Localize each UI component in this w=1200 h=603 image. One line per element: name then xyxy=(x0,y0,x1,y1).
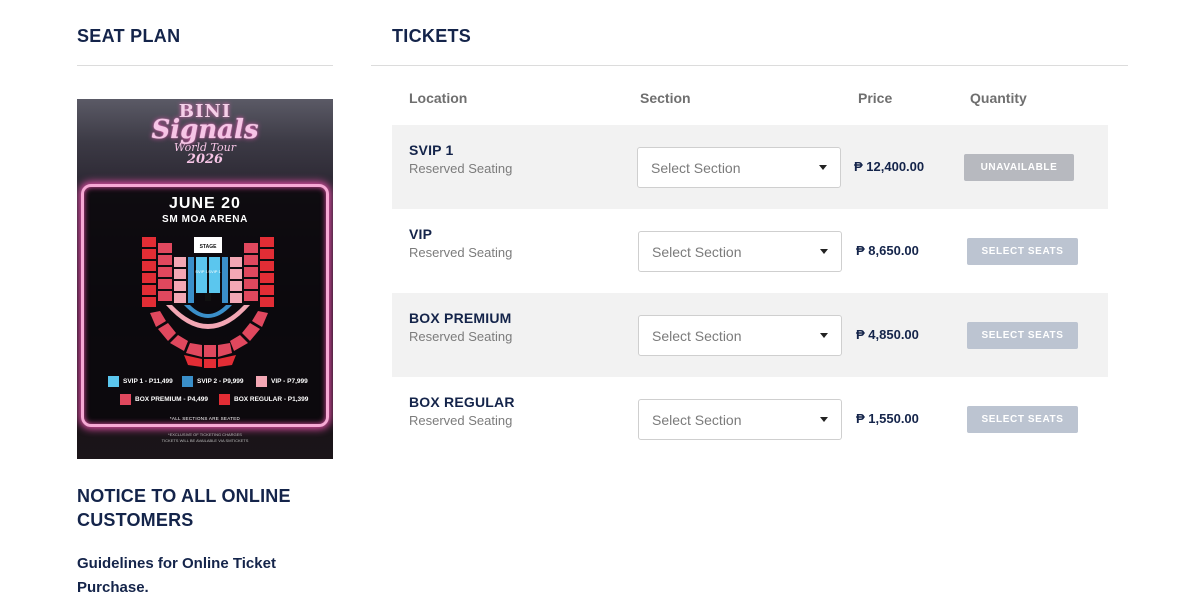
svip1-label-left: SVIP 1 xyxy=(195,269,208,274)
svip2-lower-ring xyxy=(184,305,232,318)
poster-date: JUNE 20 xyxy=(169,195,241,212)
column-header-price: Price xyxy=(858,90,893,106)
svip2-swatch xyxy=(182,376,193,387)
legend-item-svip1: SVIP 1 - P11,499 xyxy=(108,376,173,387)
poster-footer: *EXCLUSIVE OF TICKETING CHARGES TICKETS … xyxy=(77,432,333,444)
legend-item-box-premium: BOX PREMIUM - P4,499 xyxy=(120,394,208,405)
seat-plan-poster: BINI Signals World Tour 2026 JUNE 20 SM … xyxy=(77,99,333,459)
column-header-quantity: Quantity xyxy=(970,90,1027,106)
legend-label-box-premium: BOX PREMIUM - P4,499 xyxy=(135,396,208,403)
location-name: SVIP 1 xyxy=(409,142,454,158)
ticket-price: ₱ 4,850.00 xyxy=(856,327,919,342)
ticket-row-box-premium: BOX PREMIUM Reserved Seating Select Sect… xyxy=(392,293,1108,377)
legend-label-box-regular: BOX REGULAR - P1,399 xyxy=(234,396,309,403)
column-header-section: Section xyxy=(640,90,691,106)
location-seating: Reserved Seating xyxy=(409,329,513,344)
tickets-heading: TICKETS xyxy=(392,26,472,46)
chevron-down-icon xyxy=(820,417,828,422)
poster-footer-line-2: TICKETS WILL BE AVAILABLE VIA SMTICKETS xyxy=(161,438,249,443)
seat-map-diagram: STAGE SVIP 1 SVIP 1 xyxy=(142,237,274,368)
box-premium-swatch xyxy=(120,394,131,405)
section-select[interactable]: Select Section xyxy=(638,399,842,440)
notice-title: NOTICE TO ALL ONLINE CUSTOMERS xyxy=(77,486,291,530)
seated-note: *ALL SECTIONS ARE SEATED xyxy=(169,416,241,421)
legend-item-vip: VIP - P7,999 xyxy=(256,376,308,387)
legend-label-svip2: SVIP 2 - P9,999 xyxy=(197,378,244,385)
ticket-price: ₱ 8,650.00 xyxy=(856,243,919,258)
logo-signals-text: Signals xyxy=(151,115,259,145)
tickets-column: TICKETS Location Section Price Quantity … xyxy=(371,0,1128,603)
location-name: BOX REGULAR xyxy=(409,394,515,410)
select-seats-button[interactable]: SELECT SEATS xyxy=(967,238,1078,265)
legend-item-box-regular: BOX REGULAR - P1,399 xyxy=(219,394,308,405)
location-seating: Reserved Seating xyxy=(409,413,513,428)
section-select-placeholder: Select Section xyxy=(652,411,742,428)
legend-label-vip: VIP - P7,999 xyxy=(271,378,308,385)
ticket-row-svip1: SVIP 1 Reserved Seating Select Section ₱… xyxy=(392,125,1108,209)
ticket-price: ₱ 1,550.00 xyxy=(856,411,919,426)
section-select-placeholder: Select Section xyxy=(652,243,742,260)
svip1-left-block xyxy=(196,257,207,293)
tickets-table-header: Location Section Price Quantity xyxy=(371,90,1128,110)
box-regular-swatch xyxy=(219,394,230,405)
tour-logo: BINI Signals World Tour 2026 xyxy=(77,101,333,166)
poster-venue: SM MOA ARENA xyxy=(162,214,248,225)
section-select[interactable]: Select Section xyxy=(638,315,842,356)
select-seats-button[interactable]: SELECT SEATS xyxy=(967,406,1078,433)
section-select[interactable]: Select Section xyxy=(637,147,841,188)
svip1-swatch xyxy=(108,376,119,387)
svip1-label-right: SVIP 1 xyxy=(208,269,221,274)
select-seats-button[interactable]: SELECT SEATS xyxy=(967,322,1078,349)
box-regular-right-block xyxy=(244,237,274,307)
location-name: VIP xyxy=(409,226,433,242)
poster-neon-frame: JUNE 20 SM MOA ARENA STAGE SVIP 1 SVIP 1… xyxy=(81,184,329,427)
location-seating: Reserved Seating xyxy=(409,245,513,260)
ticket-price: ₱ 12,400.00 xyxy=(854,159,925,174)
seat-plan-heading: SEAT PLAN xyxy=(77,26,181,46)
chevron-down-icon xyxy=(820,333,828,338)
vip-swatch xyxy=(256,376,267,387)
ticket-row-box-regular: BOX REGULAR Reserved Seating Select Sect… xyxy=(392,377,1108,461)
chevron-down-icon xyxy=(819,165,827,170)
location-name: BOX PREMIUM xyxy=(409,310,512,326)
box-regular-left-block xyxy=(142,237,172,307)
section-select[interactable]: Select Section xyxy=(638,231,842,272)
chevron-down-icon xyxy=(820,249,828,254)
section-select-placeholder: Select Section xyxy=(651,159,741,176)
logo-year-text: 2026 xyxy=(186,152,224,167)
seat-plan-divider xyxy=(77,65,333,66)
svip1-right-block xyxy=(209,257,220,293)
column-header-location: Location xyxy=(409,90,468,106)
legend-label-svip1: SVIP 1 - P11,499 xyxy=(123,378,173,385)
unavailable-button[interactable]: UNAVAILABLE xyxy=(964,154,1074,181)
tickets-divider xyxy=(371,65,1128,66)
location-seating: Reserved Seating xyxy=(409,161,513,176)
notice-guidelines-link[interactable]: Guidelines for Online Ticket Purchase. xyxy=(77,552,333,600)
legend-item-svip2: SVIP 2 - P9,999 xyxy=(182,376,244,387)
stage-label: STAGE xyxy=(200,244,218,250)
section-select-placeholder: Select Section xyxy=(652,327,742,344)
ticket-row-vip: VIP Reserved Seating Select Section ₱ 8,… xyxy=(392,209,1108,293)
